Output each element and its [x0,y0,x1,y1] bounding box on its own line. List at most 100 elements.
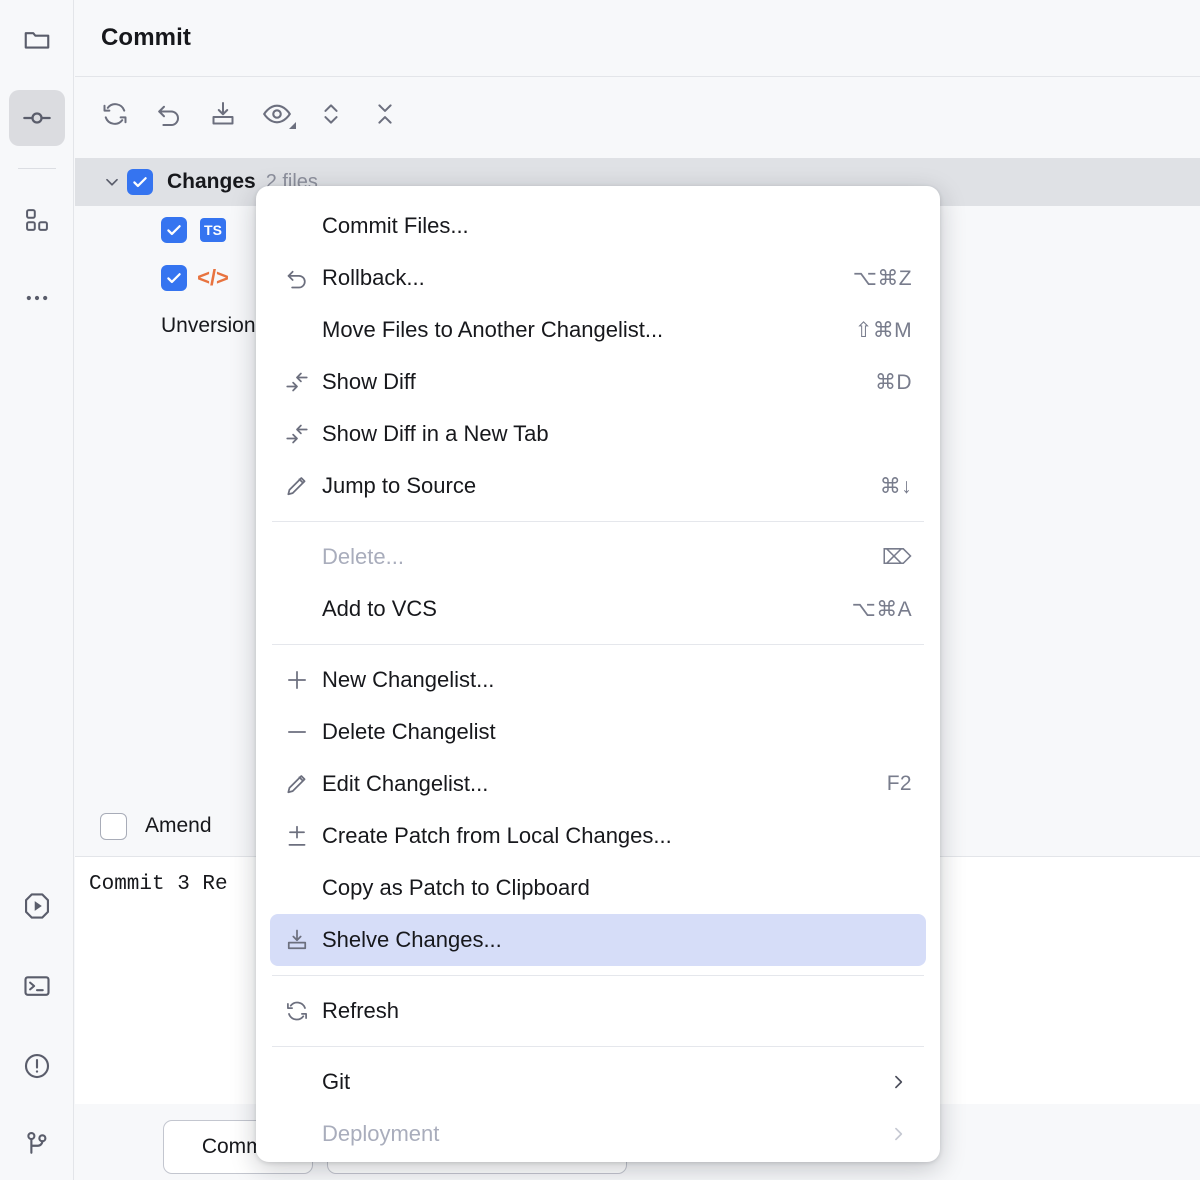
expand-collapse-button[interactable] [313,96,349,132]
menu-item-label: Copy as Patch to Clipboard [322,875,590,901]
menu-item-label: Git [322,1069,350,1095]
diff-icon [284,421,322,447]
menu-item-label: Delete Changelist [322,719,496,745]
menu-item-add-to-vcs[interactable]: Add to VCS ⌥⌘A [270,583,926,635]
sidebar-item-more[interactable] [9,270,65,326]
shelve-icon [208,99,238,129]
menu-separator [272,521,924,522]
page-title: Commit [101,24,191,52]
menu-item-shelve-changes[interactable]: Shelve Changes... [270,914,926,966]
chevron-right-icon [888,1072,908,1092]
refresh-icon [284,998,322,1024]
shelve-icon [284,927,322,953]
amend-checkbox[interactable] [100,813,127,840]
run-icon [21,890,53,922]
menu-item-label: New Changelist... [322,667,494,693]
menu-item-shortcut: ⌦ [882,545,912,570]
sidebar-item-problems[interactable] [9,1038,65,1094]
menu-item-label: Add to VCS [322,596,437,622]
menu-item-show-diff-in-a-new-tab[interactable]: Show Diff in a New Tab [270,408,926,460]
commit-tool-window: Commit [0,0,1200,1180]
menu-item-delete-changelist[interactable]: Delete Changelist [270,706,926,758]
changelist-label: Changes [167,170,256,194]
context-menu: Commit Files... Rollback... ⌥⌘Z Move Files … [256,186,940,1162]
menu-item-shortcut: ⌘D [875,370,912,395]
plugins-icon [23,206,51,234]
rollback-button[interactable] [151,96,187,132]
branch-icon [22,1129,52,1159]
html-file-icon: </> [200,266,226,290]
menu-item-shortcut: ⇧⌘M [855,318,912,343]
collapse-all-button[interactable] [367,96,403,132]
refresh-button[interactable] [97,96,133,132]
menu-item-label: Show Diff in a New Tab [322,421,549,447]
menu-item-shortcut: ⌥⌘Z [853,266,912,291]
menu-item-label: Refresh [322,998,399,1024]
menu-item-refresh[interactable]: Refresh [270,985,926,1037]
menu-item-label: Create Patch from Local Changes... [322,823,672,849]
menu-item-shortcut: ⌥⌘A [852,597,912,622]
preview-diff-button[interactable] [259,96,295,132]
plus-icon [284,667,322,693]
menu-item-create-patch-from-local-changes[interactable]: Create Patch from Local Changes... [270,810,926,862]
menu-item-show-diff[interactable]: Show Diff ⌘D [270,356,926,408]
menu-item-label: Shelve Changes... [322,927,502,953]
panel-header: Commit [75,0,1200,77]
menu-item-label: Show Diff [322,369,416,395]
menu-item-label: Delete... [322,544,404,570]
menu-item-git[interactable]: Git [270,1056,926,1108]
rollback-icon [284,265,322,291]
shelve-button[interactable] [205,96,241,132]
menu-item-label: Jump to Source [322,473,476,499]
diff-icon [284,369,322,395]
menu-separator [272,644,924,645]
file-checkbox[interactable] [161,217,187,243]
chevron-down-icon [289,122,296,129]
chevron-right-icon [888,1124,908,1144]
menu-item-label: Rollback... [322,265,425,291]
sidebar-item-version-control[interactable] [9,1116,65,1172]
menu-item-label: Edit Changelist... [322,771,488,797]
sidebar-divider [18,168,56,169]
changelist-checkbox[interactable] [127,169,153,195]
menu-item-copy-as-patch-to-clipboard[interactable]: Copy as Patch to Clipboard [270,862,926,914]
amend-label: Amend [145,814,212,838]
pencil-icon [284,473,322,499]
menu-item-edit-changelist[interactable]: Edit Changelist... F2 [270,758,926,810]
menu-item-label: Commit Files... [322,213,469,239]
menu-separator [272,975,924,976]
sidebar-item-project-folder[interactable] [9,12,65,68]
terminal-icon [22,971,52,1001]
menu-item-label: Move Files to Another Changelist... [322,317,663,343]
menu-item-new-changelist[interactable]: New Changelist... [270,654,926,706]
expand-collapse-icon [317,100,345,128]
collapse-all-icon [371,100,399,128]
file-checkbox[interactable] [161,265,187,291]
typescript-file-icon: TS [200,218,226,242]
menu-item-jump-to-source[interactable]: Jump to Source⌘↓ [270,460,926,512]
sidebar-item-commit[interactable] [9,90,65,146]
more-icon [23,284,51,312]
menu-item-deployment: Deployment [270,1108,926,1160]
menu-item-shortcut: F2 [887,772,912,796]
menu-item-delete: Delete... ⌦ [270,531,926,583]
folder-icon [22,25,52,55]
commit-icon [21,102,53,134]
activity-bar [0,0,74,1180]
sidebar-item-terminal[interactable] [9,958,65,1014]
commit-toolbar [75,78,1200,150]
refresh-icon [100,99,130,129]
problems-icon [22,1051,52,1081]
minus-icon [284,719,322,745]
menu-separator [272,1046,924,1047]
chevron-down-icon[interactable] [97,171,127,193]
pencil-icon [284,771,322,797]
patch-icon [284,823,322,849]
menu-item-commit-files[interactable]: Commit Files... [270,200,926,252]
sidebar-item-run[interactable] [9,878,65,934]
menu-item-rollback[interactable]: Rollback... ⌥⌘Z [270,252,926,304]
menu-item-move-files-to-another-changelist[interactable]: Move Files to Another Changelist... ⇧⌘M [270,304,926,356]
sidebar-item-plugins[interactable] [9,192,65,248]
menu-item-label: Deployment [322,1121,439,1147]
rollback-icon [154,99,184,129]
